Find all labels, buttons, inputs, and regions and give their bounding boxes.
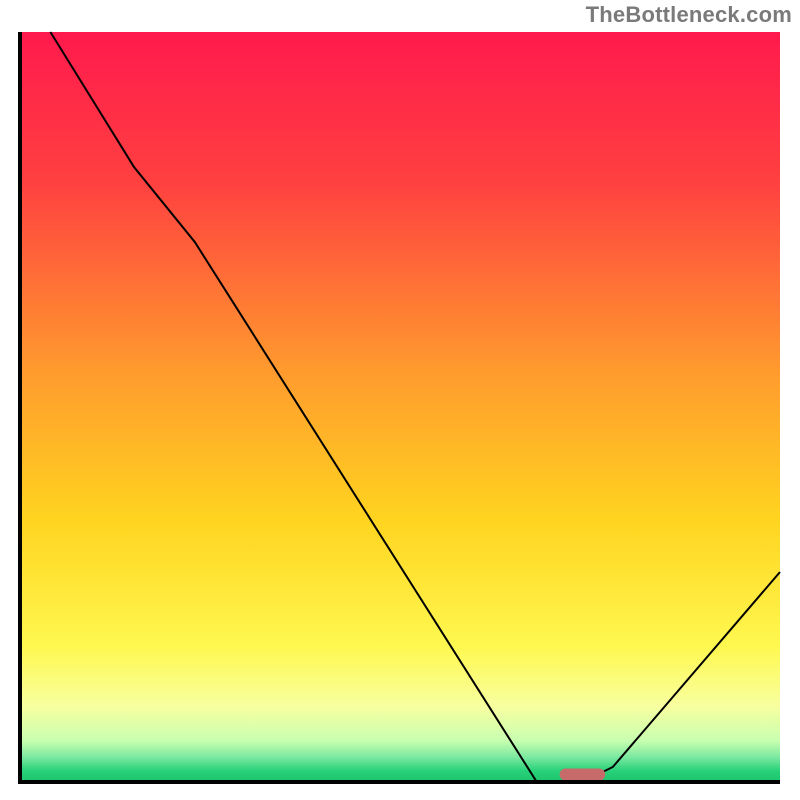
chart-container: { "attribution": "TheBottleneck.com", "c… bbox=[0, 0, 800, 800]
bottleneck-chart bbox=[0, 0, 800, 800]
optimal-marker bbox=[560, 769, 606, 781]
plot-background bbox=[20, 32, 780, 782]
